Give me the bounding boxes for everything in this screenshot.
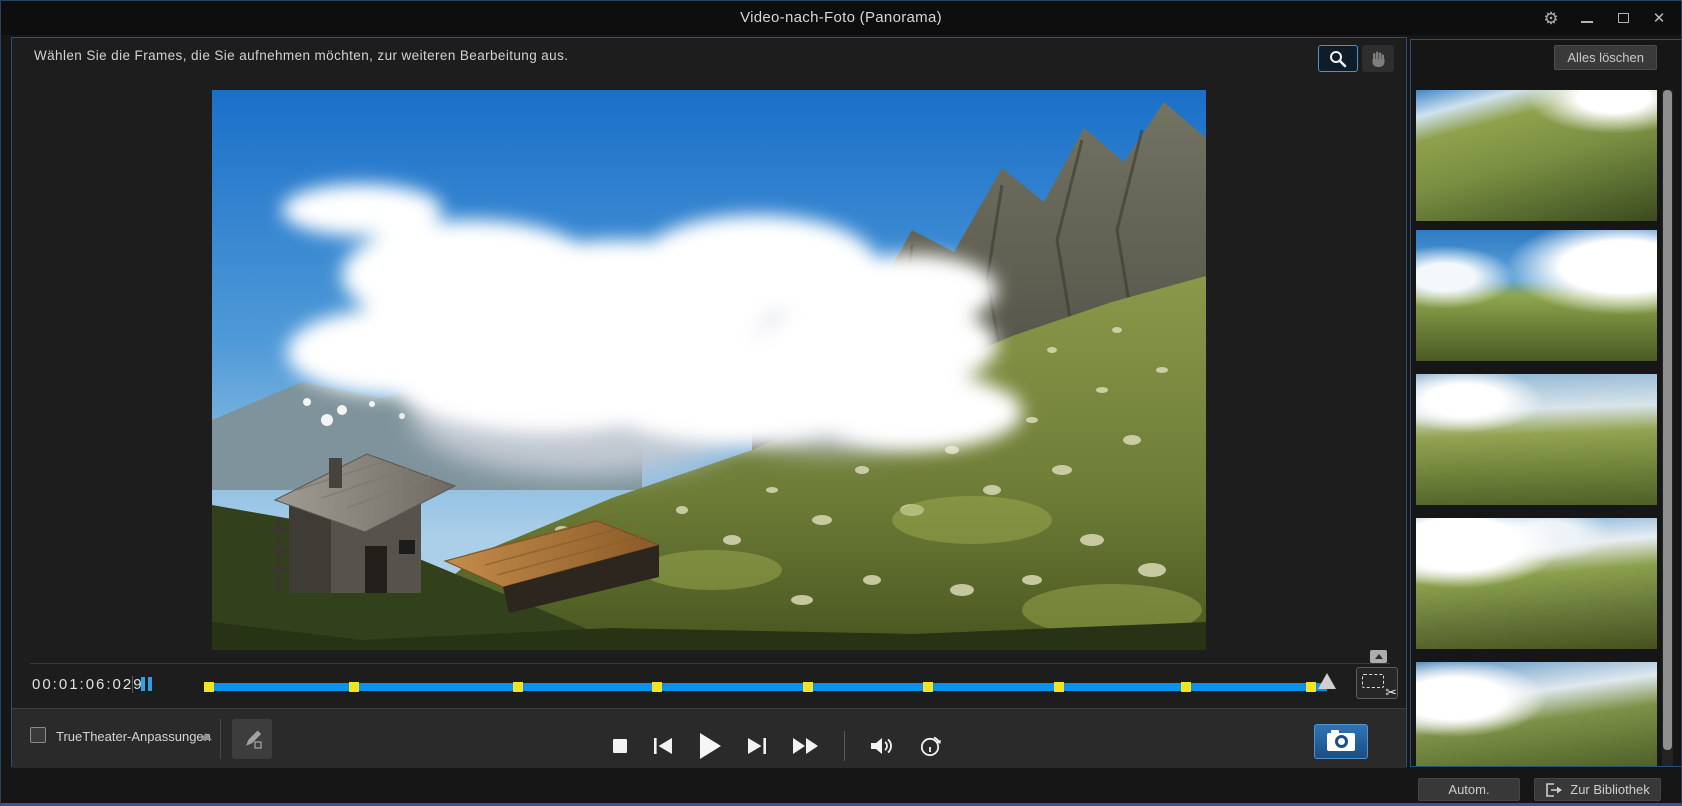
timeline-frame-marker[interactable] — [1053, 682, 1064, 692]
frame-thumbnail-1[interactable] — [1416, 90, 1657, 221]
fast-forward-button[interactable] — [792, 737, 820, 755]
hand-icon — [1372, 51, 1385, 67]
hand-tool-button[interactable] — [1362, 45, 1394, 72]
window-title: Video-nach-Foto (Panorama) — [740, 9, 942, 26]
maximize-icon — [1617, 13, 1629, 23]
export-to-library-icon — [1546, 782, 1563, 797]
camera-icon — [1327, 729, 1355, 751]
timeline-frame-marker[interactable] — [204, 682, 214, 692]
auto-button[interactable]: Autom. — [1418, 778, 1520, 801]
timeline-frame-marker[interactable] — [349, 682, 360, 692]
timecode-display: 00:01:06:029 — [32, 676, 144, 693]
scrollbar[interactable] — [1662, 90, 1673, 766]
stop-button[interactable] — [612, 738, 628, 754]
playback-duration-button[interactable] — [919, 734, 943, 758]
frame-selection-icon — [1362, 674, 1384, 688]
chevron-up-icon — [1374, 654, 1383, 659]
minimize-button[interactable] — [1575, 6, 1599, 30]
main-panel: Wählen Sie die Frames, die Sie aufnehmen… — [11, 37, 1407, 768]
scissors-icon: ✂︎ — [1385, 684, 1397, 700]
frame-thumbnail-list — [1416, 90, 1657, 766]
pencil-icon — [245, 730, 262, 749]
divider — [132, 676, 133, 693]
trim-handle[interactable] — [1318, 673, 1336, 689]
volume-button[interactable] — [869, 735, 895, 757]
timeline-frame-marker[interactable] — [1305, 682, 1316, 692]
pause-indicator-icon — [141, 677, 152, 691]
gear-icon: ⚙︎ — [1543, 8, 1559, 28]
control-bar: TrueTheater-Anpassungen — [12, 708, 1406, 768]
previous-frame-icon — [654, 738, 672, 754]
timeline-frame-marker[interactable] — [513, 682, 524, 692]
video-frame-scene — [212, 90, 1206, 650]
timeline-frame-marker[interactable] — [651, 682, 662, 692]
stop-icon — [613, 739, 627, 753]
app-window: Video-nach-Foto (Panorama) ⚙︎ ✕ Wählen S… — [0, 0, 1682, 806]
collapse-preview-button[interactable] — [1370, 650, 1387, 663]
frame-thumbnail-2[interactable] — [1416, 230, 1657, 361]
frame-thumbnail-3[interactable] — [1416, 374, 1657, 505]
transport-controls — [612, 709, 943, 769]
video-preview[interactable] — [212, 90, 1206, 650]
scrollbar-thumb[interactable] — [1663, 90, 1672, 750]
to-library-label: Zur Bibliothek — [1570, 782, 1650, 797]
edit-adjustments-button[interactable] — [232, 719, 272, 759]
timeline-track[interactable] — [204, 673, 1336, 692]
divider — [30, 663, 1390, 664]
timeline-frame-marker[interactable] — [803, 682, 814, 692]
frame-thumbnail-5[interactable] — [1416, 662, 1657, 766]
frame-thumbnail-4[interactable] — [1416, 518, 1657, 649]
divider — [220, 719, 221, 759]
settings-button[interactable]: ⚙︎ — [1539, 6, 1563, 30]
play-button[interactable] — [698, 732, 722, 760]
truetheater-label: TrueTheater-Anpassungen — [56, 729, 211, 744]
to-library-button[interactable]: Zur Bibliothek — [1534, 778, 1661, 801]
captured-frames-panel: Alles löschen — [1410, 39, 1681, 767]
next-frame-icon — [748, 738, 766, 754]
play-icon — [700, 733, 721, 759]
close-button[interactable]: ✕ — [1647, 6, 1671, 30]
capture-photo-button[interactable] — [1314, 724, 1368, 759]
previous-frame-button[interactable] — [652, 736, 674, 756]
maximize-button[interactable] — [1611, 6, 1635, 30]
close-icon: ✕ — [1652, 9, 1666, 27]
timeline-frame-marker[interactable] — [923, 682, 934, 692]
title-bar: Video-nach-Foto (Panorama) ⚙︎ ✕ — [1, 1, 1681, 35]
fast-forward-icon — [793, 738, 818, 754]
timeline-frame-marker[interactable] — [1180, 682, 1191, 692]
speaker-icon — [871, 738, 892, 754]
clear-all-button[interactable]: Alles löschen — [1554, 45, 1657, 70]
zoom-tool-button[interactable] — [1318, 45, 1358, 72]
extract-frames-button[interactable]: ✂︎ — [1356, 667, 1398, 700]
next-frame-button[interactable] — [746, 736, 768, 756]
truetheater-expander-icon[interactable] — [200, 733, 212, 740]
minimize-icon — [1581, 21, 1593, 23]
truetheater-checkbox[interactable] — [30, 727, 46, 743]
timer-clock-icon — [920, 736, 941, 757]
divider — [844, 731, 845, 761]
auto-button-label: Autom. — [1448, 782, 1490, 797]
magnifier-icon — [1330, 50, 1347, 67]
instruction-text: Wählen Sie die Frames, die Sie aufnehmen… — [34, 48, 569, 63]
